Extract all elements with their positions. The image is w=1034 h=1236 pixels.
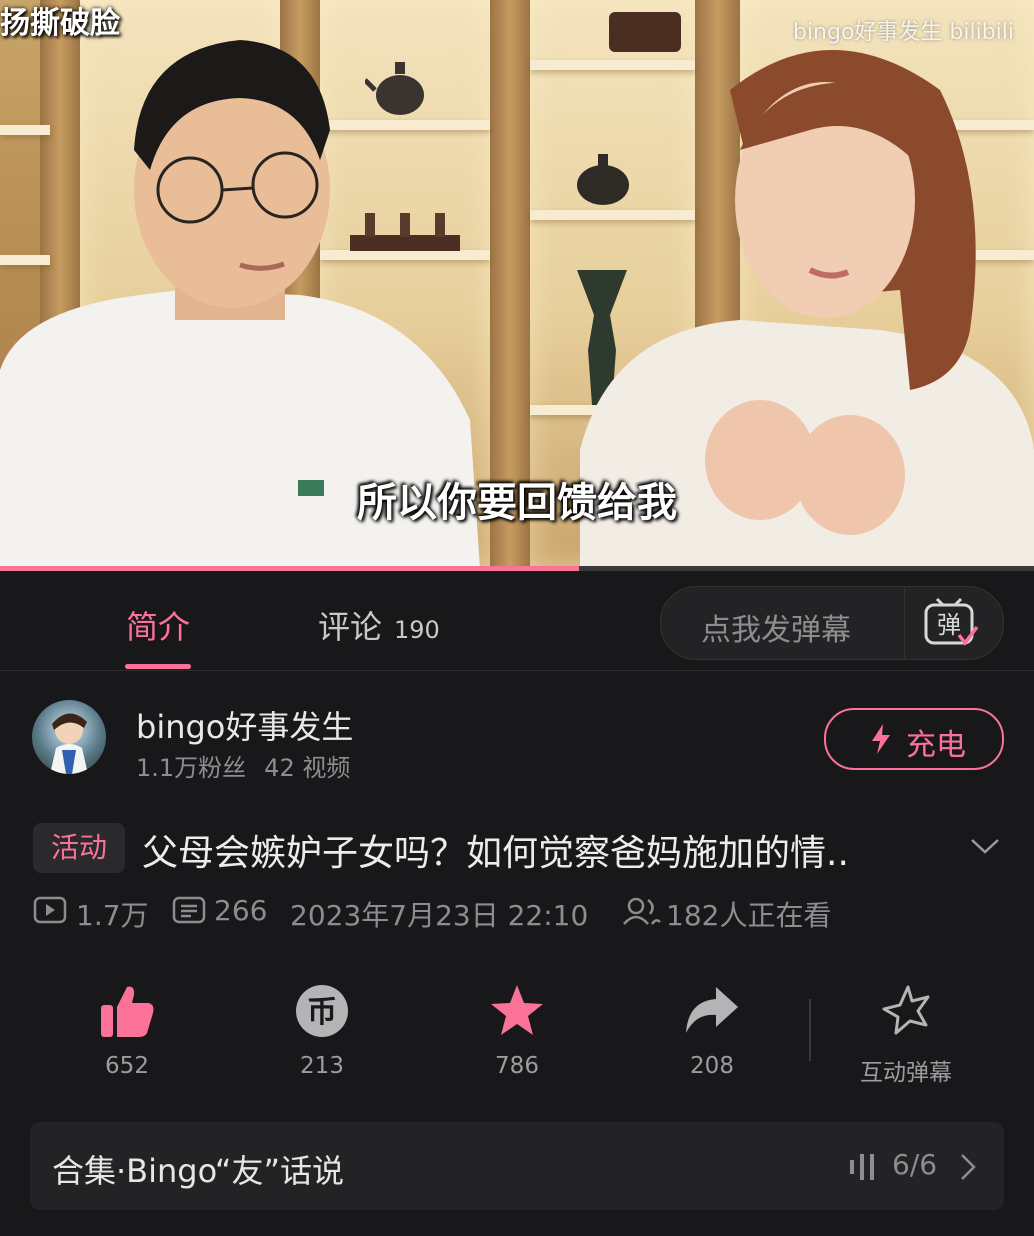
- collection-card[interactable]: 合集·Bingo“友”话说 6/6: [30, 1122, 1004, 1210]
- interactive-danmu-button[interactable]: 互动弹幕: [846, 975, 966, 1087]
- tab-comments-count: 190: [394, 616, 440, 644]
- favorite-button[interactable]: 786: [457, 975, 577, 1079]
- uploader-avatar[interactable]: [32, 700, 106, 774]
- like-count: 652: [105, 1053, 149, 1079]
- action-separator: [809, 999, 811, 1061]
- share-count: 208: [690, 1053, 734, 1079]
- video-title-row: 活动 父母会嫉妒子女吗？如何觉察爸妈施加的情..: [0, 818, 1034, 878]
- danmu-input-placeholder: 点我发弹幕: [701, 613, 851, 648]
- collection-name: 合集·Bingo“友”话说: [52, 1152, 345, 1190]
- favorite-count: 786: [495, 1053, 539, 1079]
- uploader-row: bingo好事发生 1.1万粉丝 42 视频 充电: [0, 690, 1034, 790]
- interactive-danmu-label: 互动弹幕: [860, 1060, 952, 1086]
- video-corner-title: 扬撕破脸: [0, 6, 120, 41]
- play-count-icon: [33, 896, 67, 924]
- video-title: 父母会嫉妒子女吗？如何觉察爸妈施加的情..: [142, 833, 849, 874]
- uploader-name[interactable]: bingo好事发生: [136, 702, 353, 748]
- collection-progress: 6/6: [892, 1148, 938, 1181]
- video-progress-fill: [0, 566, 580, 571]
- svg-text:弹: 弹: [937, 611, 961, 639]
- coin-button[interactable]: 币 213: [262, 975, 382, 1079]
- video-subtitle: 所以你要回馈给我: [357, 480, 677, 526]
- charge-button[interactable]: 充电: [824, 708, 1004, 770]
- view-count: 1.7万: [76, 899, 149, 932]
- episodes-bars-icon: [850, 1154, 874, 1180]
- svg-text:币: 币: [307, 995, 337, 1030]
- charge-label: 充电: [906, 728, 966, 763]
- share-button[interactable]: 208: [652, 975, 772, 1079]
- tab-comments[interactable]: 评论 190: [318, 602, 440, 648]
- tab-comments-label: 评论: [318, 608, 383, 646]
- tab-intro[interactable]: 简介: [126, 602, 190, 648]
- uploader-stats: 1.1万粉丝 42 视频: [136, 748, 350, 783]
- sparkle-star-icon: [882, 985, 930, 1035]
- uploader-video-count: 42 视频: [264, 754, 351, 782]
- coin-count: 213: [300, 1053, 344, 1079]
- viewers-icon: [623, 897, 661, 925]
- video-watermark: bingo好事发生 bilibili: [792, 20, 1014, 45]
- danmaku-count: 266: [214, 894, 268, 927]
- danmaku-count-icon: [172, 896, 206, 924]
- uploader-fans: 1.1万粉丝: [136, 754, 247, 782]
- star-icon: [491, 985, 543, 1035]
- danmu-input[interactable]: 点我发弹幕 弹: [660, 586, 1004, 660]
- video-player[interactable]: 扬撕破脸 bingo好事发生 bilibili 所以你要回馈给我: [0, 0, 1034, 568]
- lightning-icon: [872, 724, 890, 754]
- thumbs-up-icon: [101, 986, 154, 1037]
- danmu-divider: [904, 587, 905, 659]
- chevron-right-icon: [961, 1154, 976, 1180]
- video-meta: 1.7万 266 2023年7月23日 22:10 182人正在看: [0, 890, 1034, 934]
- share-icon: [686, 987, 738, 1033]
- tab-bar: 简介 评论 190 点我发弹幕 弹: [0, 572, 1034, 671]
- activity-tag[interactable]: 活动: [33, 823, 125, 873]
- video-progress-bar[interactable]: [0, 566, 1034, 571]
- like-button[interactable]: 652: [67, 975, 187, 1079]
- publish-date: 2023年7月23日 22:10: [290, 899, 589, 932]
- watching-count: 182人正在看: [666, 899, 832, 932]
- action-bar: 652 币 213 786 208 互动弹幕: [0, 975, 1034, 1087]
- chevron-down-icon[interactable]: [970, 836, 1000, 856]
- danmu-toggle-icon[interactable]: 弹: [923, 597, 979, 649]
- active-tab-indicator: [125, 664, 191, 669]
- tab-intro-label: 简介: [126, 608, 191, 646]
- coin-icon: 币: [296, 985, 348, 1037]
